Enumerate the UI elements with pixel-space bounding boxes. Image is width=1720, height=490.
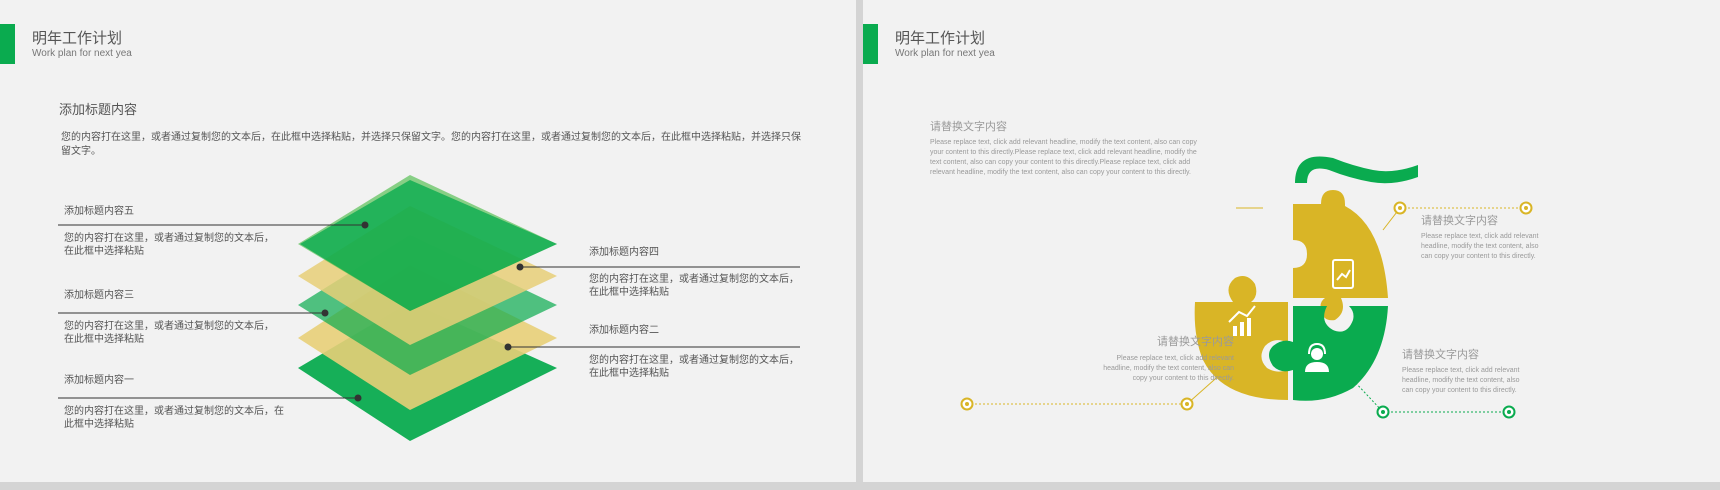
- puzzle-piece-top: [1293, 190, 1388, 321]
- connector-dot-4: [516, 263, 524, 271]
- item-1-text: 您的内容打在这里，或者通过复制您的文本后，在此框中选择粘贴: [64, 406, 284, 430]
- item-4-title: 添加标题内容四: [589, 247, 659, 258]
- item-2-text: 您的内容打在这里，或者通过复制您的文本后，在此框中选择粘贴: [589, 355, 799, 379]
- item-5-text: 您的内容打在这里，或者通过复制您的文本后，在此框中选择粘贴: [64, 233, 274, 257]
- slide-left: 明年工作计划 Work plan for next yea 添加标题内容 您的内…: [0, 0, 856, 482]
- connector-dot-2: [504, 343, 512, 351]
- connector-dot-1: [354, 394, 362, 402]
- item-4-text: 您的内容打在这里，或者通过复制您的文本后，在此框中选择粘贴: [589, 274, 799, 298]
- text-block-4-text: Please replace text, click add relevant …: [1402, 367, 1520, 394]
- item-3-text: 您的内容打在这里，或者通过复制您的文本后，在此框中选择粘贴: [64, 321, 274, 345]
- text-block-2-title: 请替换文字内容: [1421, 215, 1498, 227]
- text-block-1-title: 请替换文字内容: [930, 121, 1007, 133]
- item-3-title: 添加标题内容三: [64, 290, 134, 301]
- item-5-title: 添加标题内容五: [64, 206, 134, 217]
- text-block-3-text: Please replace text, click add relevant …: [1103, 355, 1234, 382]
- puzzle-graphic: [960, 156, 1533, 419]
- text-block-1-text: Please replace text, click add relevant …: [930, 139, 1197, 176]
- connector-dot-5: [361, 221, 369, 229]
- connector-dot-3: [321, 309, 329, 317]
- text-block-3-title: 请替换文字内容: [1157, 336, 1234, 348]
- item-2-title: 添加标题内容二: [589, 325, 659, 336]
- green-wave-shape: [1295, 156, 1418, 184]
- item-1-title: 添加标题内容一: [64, 375, 134, 386]
- text-block-4-title: 请替换文字内容: [1402, 349, 1479, 361]
- text-block-2-text: Please replace text, click add relevant …: [1421, 233, 1539, 260]
- slide-right: 明年工作计划 Work plan for next yea 请替换文字内容 Pl…: [863, 0, 1720, 482]
